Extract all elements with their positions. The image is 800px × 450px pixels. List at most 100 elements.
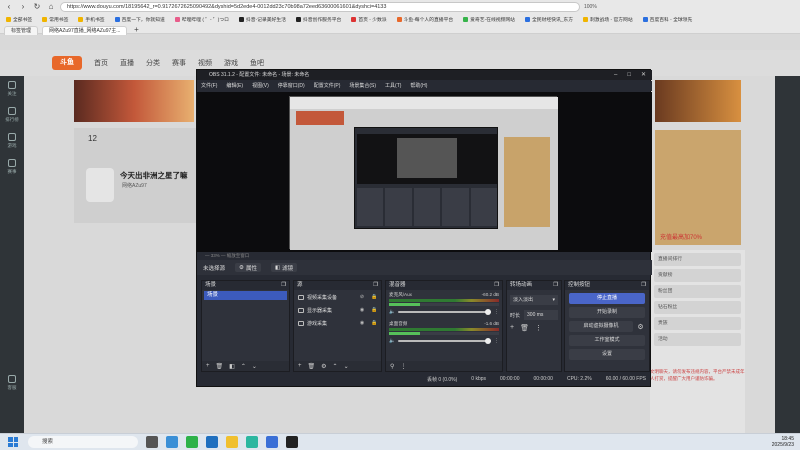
menu-docks[interactable]: 停靠窗口(D) xyxy=(278,81,305,91)
bookmark-item[interactable]: 抖音-记录美好生活 xyxy=(238,16,286,23)
lock-icon[interactable]: 🔒 xyxy=(371,308,377,313)
duration-input[interactable]: 300 ms xyxy=(524,310,558,320)
bookmark-item[interactable]: 首页 - 少数派 xyxy=(351,16,387,23)
transition-select[interactable]: 淡入淡出 ▾ xyxy=(510,295,558,305)
add-icon[interactable]: + xyxy=(206,363,210,369)
dock-undock-icon[interactable]: ❐ xyxy=(553,281,558,290)
menu-help[interactable]: 帮助(H) xyxy=(410,81,427,91)
arrow-down-icon[interactable]: ⌄ xyxy=(344,363,349,370)
menu-file[interactable]: 文件(F) xyxy=(201,81,217,91)
properties-button[interactable]: ⚙ 属性 xyxy=(235,263,261,272)
slider-knob[interactable] xyxy=(485,338,491,344)
filters-button[interactable]: ◧ 滤镜 xyxy=(270,263,298,272)
list-item[interactable]: 粉丝团 xyxy=(654,285,741,298)
dock-undock-icon[interactable]: ❐ xyxy=(373,281,378,290)
bookmark-item[interactable]: 斗鱼-每个人的直播平台 xyxy=(396,16,453,23)
menu-view[interactable]: 视图(V) xyxy=(252,81,269,91)
nav-games[interactable]: 游戏 xyxy=(224,58,238,68)
zoom-level[interactable]: 100% xyxy=(584,4,597,10)
task-view-icon[interactable] xyxy=(146,436,158,448)
scene-item[interactable]: 场景 xyxy=(204,291,287,300)
sidebar-item-games[interactable]: 游戏 xyxy=(0,128,24,154)
studio-mode-button[interactable]: 工作室模式 xyxy=(569,335,645,346)
browser-icon[interactable] xyxy=(266,436,278,448)
bookmark-item[interactable]: 全民财经快讯_东方 xyxy=(524,16,573,23)
settings-button[interactable]: 设置 xyxy=(569,349,645,360)
trash-icon[interactable]: 🗑 xyxy=(216,363,224,370)
bookmark-item[interactable]: 刺激战场 - 官方网站 xyxy=(583,16,633,23)
kebab-menu-icon[interactable]: ⋮ xyxy=(494,309,499,315)
minimize-icon[interactable]: – xyxy=(614,70,617,80)
close-icon[interactable]: ✕ xyxy=(641,70,646,80)
ad-banner[interactable] xyxy=(655,80,741,122)
bookmark-item[interactable]: 全部书签 xyxy=(6,16,32,23)
chrome-icon[interactable] xyxy=(186,436,198,448)
steam-icon[interactable] xyxy=(206,436,218,448)
obs-icon[interactable] xyxy=(286,436,298,448)
eye-icon[interactable]: ◉ xyxy=(359,308,365,313)
preview-zoom-bar[interactable]: — 33% — 缩放至窗口 xyxy=(197,252,652,260)
gear-icon[interactable]: ⚙ xyxy=(636,323,645,331)
source-item-camera[interactable]: 视频采集设备 ⊘ 🔒 xyxy=(296,292,379,303)
arrow-down-icon[interactable]: ⌄ xyxy=(252,363,257,370)
app-icon[interactable] xyxy=(246,436,258,448)
list-item[interactable]: 钻石粉丝 xyxy=(654,301,741,314)
nav-video[interactable]: 视频 xyxy=(198,58,212,68)
nav-home[interactable]: 首页 xyxy=(94,58,108,68)
maximize-icon[interactable]: □ xyxy=(627,70,631,80)
list-item[interactable]: 活动 xyxy=(654,333,741,346)
sidebar-item-rank[interactable]: 排行榜 xyxy=(0,102,24,128)
nav-fishbar[interactable]: 鱼吧 xyxy=(250,58,264,68)
start-record-button[interactable]: 开始录制 xyxy=(569,307,645,318)
nav-events[interactable]: 赛事 xyxy=(172,58,186,68)
obs-titlebar[interactable]: OBS 31.1.2 - 配置文件: 未命名 - 场景: 未命名 xyxy=(197,70,652,80)
game-ad[interactable] xyxy=(655,130,741,245)
bookmark-item[interactable]: 抖音创作服务平台 xyxy=(295,16,341,23)
source-item-game[interactable]: 游戏采集 ◉ 🔒 xyxy=(296,318,379,329)
bookmark-item[interactable]: 常用书签 xyxy=(42,16,68,23)
system-clock[interactable]: 18:45 2025/9/23 xyxy=(772,436,794,448)
eye-hidden-icon[interactable]: ⊘ xyxy=(359,295,365,300)
taskbar-search[interactable]: 搜索 xyxy=(28,436,138,448)
volume-slider[interactable] xyxy=(398,338,491,344)
menu-profile[interactable]: 配置文件(P) xyxy=(314,81,341,91)
streamer-name[interactable]: 网络AZu97 xyxy=(122,182,147,189)
filter-icon[interactable]: ◧ xyxy=(229,363,235,370)
sidebar-item-follow[interactable]: 关注 xyxy=(0,76,24,102)
speaker-icon[interactable]: 🔈 xyxy=(389,309,395,315)
arrow-up-icon[interactable]: ⌃ xyxy=(333,363,338,370)
kebab-menu-icon[interactable]: ⋮ xyxy=(400,363,406,370)
nav-category[interactable]: 分类 xyxy=(146,58,160,68)
refresh-icon[interactable]: ↻ xyxy=(32,2,42,12)
source-item-display[interactable]: 显示器采集 ◉ 🔒 xyxy=(296,305,379,316)
obs-preview[interactable] xyxy=(197,92,652,252)
arrow-up-icon[interactable]: ⌃ xyxy=(241,363,246,370)
volume-slider[interactable] xyxy=(398,309,491,315)
trash-icon[interactable]: 🗑 xyxy=(308,363,316,370)
bookmark-item[interactable]: 爱奇艺-在线视频网站 xyxy=(463,16,515,23)
tab-manager[interactable]: 标签管理 xyxy=(4,25,39,35)
bookmark-item[interactable]: 手机书签 xyxy=(78,16,105,23)
kebab-menu-icon[interactable]: ⋮ xyxy=(494,338,499,344)
tab-douyu-room[interactable]: 网络AZu97直播_网络AZu97主... xyxy=(42,25,128,35)
url-bar[interactable]: https://www.douyu.com/18195642_r=0.91726… xyxy=(60,2,580,12)
add-icon[interactable]: + xyxy=(298,363,302,369)
recharge-promo[interactable]: 充值最高加70% xyxy=(660,232,702,241)
list-item[interactable]: 贡献榜 xyxy=(654,269,741,282)
lock-icon[interactable]: 🔒 xyxy=(371,321,377,326)
nav-live[interactable]: 直播 xyxy=(120,58,134,68)
list-item[interactable]: 直播间排行 xyxy=(654,253,741,266)
gear-icon[interactable]: ⚙ xyxy=(321,363,326,370)
forward-icon[interactable]: › xyxy=(18,2,28,12)
menu-tools[interactable]: 工具(T) xyxy=(385,81,401,91)
folder-icon[interactable] xyxy=(226,436,238,448)
bookmark-item[interactable]: 百度百科 - 全球领先 xyxy=(642,16,692,23)
bookmark-item[interactable]: 百度一下，你就知道 xyxy=(114,16,165,23)
dock-undock-icon[interactable]: ❐ xyxy=(281,281,286,290)
new-tab-icon[interactable]: + xyxy=(131,25,141,35)
edge-icon[interactable] xyxy=(166,436,178,448)
windows-start-icon[interactable] xyxy=(6,435,20,449)
trash-icon[interactable]: 🗑 xyxy=(520,324,529,332)
speaker-icon[interactable]: 🔈 xyxy=(389,338,395,344)
back-icon[interactable]: ‹ xyxy=(4,2,14,12)
